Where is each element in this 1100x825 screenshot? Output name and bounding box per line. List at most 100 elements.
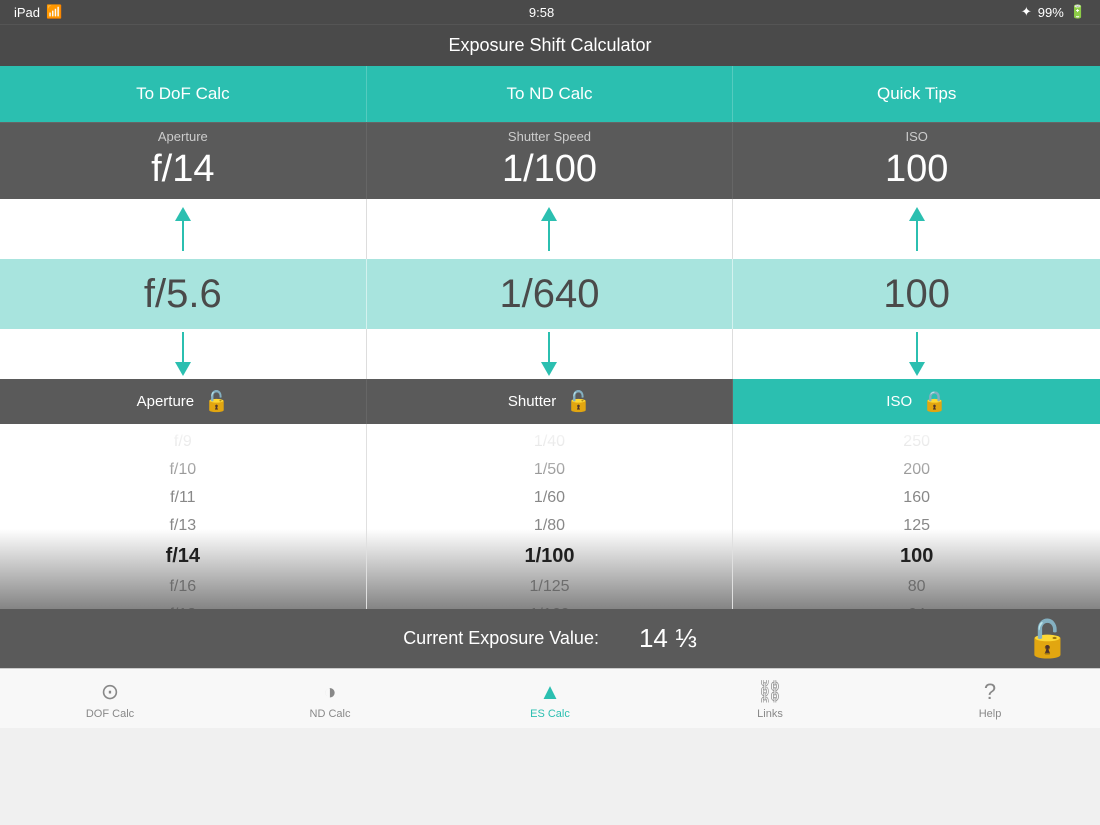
shutter-item-4[interactable]: 1/100 — [367, 540, 733, 573]
bluetooth-icon: ✦ — [1021, 4, 1032, 20]
current-aperture: f/5.6 — [0, 259, 367, 329]
iso-lock-icon[interactable]: 🔒 — [922, 389, 947, 414]
arrow-line-aperture — [182, 221, 184, 251]
title-bar: Exposure Shift Calculator — [0, 24, 1100, 66]
arrow-section-1 — [0, 199, 1100, 259]
iso-item-5[interactable]: 80 — [733, 573, 1100, 601]
tab-help[interactable]: ? Help — [950, 679, 1030, 720]
tab-bar: ⊙ DOF Calc ◑ ND Calc ▲ ES Calc ⛓ Links ?… — [0, 668, 1100, 728]
wifi-icon: 📶 — [46, 4, 62, 20]
tab-dof-calc[interactable]: ⊙ DOF Calc — [70, 679, 150, 720]
status-right: ✦ 99% 🔋 — [1021, 4, 1086, 20]
aperture-label: Aperture — [0, 129, 366, 144]
arrow-down-shutter — [541, 362, 557, 376]
app-title: Exposure Shift Calculator — [448, 35, 651, 55]
dof-calc-label: DOF Calc — [86, 708, 134, 720]
arrow2-shutter — [367, 329, 734, 379]
current-exposure-row: f/5.6 1/640 100 — [0, 259, 1100, 329]
aperture-scroll-col[interactable]: f/9 f/10 f/11 f/13 f/14 f/16 f/18 f/20 — [0, 424, 367, 609]
time-display: 9:58 — [529, 5, 554, 20]
nd-calc-icon: ◑ — [323, 679, 336, 705]
shutter-item-6[interactable]: 1/160 — [367, 601, 733, 609]
target-settings-row: Aperture f/14 Shutter Speed 1/100 ISO 10… — [0, 122, 1100, 199]
shutter-item-2[interactable]: 1/60 — [367, 484, 733, 512]
tab-nd-calc[interactable]: ◑ ND Calc — [290, 679, 370, 720]
arrow-up-aperture — [175, 207, 191, 221]
tab-links[interactable]: ⛓ Links — [730, 679, 810, 720]
target-iso-cell: ISO 100 — [733, 123, 1100, 199]
aperture-col-label: Aperture — [137, 393, 195, 410]
shutter-col-header[interactable]: Shutter 🔓 — [367, 379, 734, 424]
aperture-col-header[interactable]: Aperture 🔓 — [0, 379, 367, 424]
tab-es-calc[interactable]: ▲ ES Calc — [510, 679, 590, 720]
shutter-item-3[interactable]: 1/80 — [367, 512, 733, 540]
iso-col-header[interactable]: ISO 🔒 — [733, 379, 1100, 424]
arrow-down-iso — [909, 362, 925, 376]
help-label: Help — [979, 708, 1002, 720]
arrow-line-shutter — [548, 221, 550, 251]
current-shutter: 1/640 — [367, 259, 734, 329]
shutter-scroll-col[interactable]: 1/40 1/50 1/60 1/80 1/100 1/125 1/160 1/… — [367, 424, 734, 609]
status-bar: iPad 📶 9:58 ✦ 99% 🔋 — [0, 0, 1100, 24]
device-label: iPad — [14, 5, 40, 20]
target-aperture-cell: Aperture f/14 — [0, 123, 367, 199]
nd-calc-label: ND Calc — [310, 708, 351, 720]
iso-item-3[interactable]: 125 — [733, 512, 1100, 540]
arrow-line2-shutter — [548, 332, 550, 362]
status-left: iPad 📶 — [14, 4, 62, 20]
arrow-line2-iso — [916, 332, 918, 362]
aperture-item-4[interactable]: f/14 — [0, 540, 366, 573]
arrow-line-iso — [916, 221, 918, 251]
iso-item-1[interactable]: 200 — [733, 456, 1100, 484]
scroll-list-area: f/9 f/10 f/11 f/13 f/14 f/16 f/18 f/20 1… — [0, 424, 1100, 609]
shutter-item-5[interactable]: 1/125 — [367, 573, 733, 601]
shutter-item-1[interactable]: 1/50 — [367, 456, 733, 484]
top-nav: To DoF Calc To ND Calc Quick Tips — [0, 66, 1100, 122]
arrow-shutter — [367, 199, 734, 259]
target-shutter-cell: Shutter Speed 1/100 — [367, 123, 734, 199]
aperture-lock-icon[interactable]: 🔓 — [204, 389, 229, 414]
aperture-item-5[interactable]: f/16 — [0, 573, 366, 601]
nd-calc-button[interactable]: To ND Calc — [367, 66, 734, 122]
arrow-line2-aperture — [182, 332, 184, 362]
links-label: Links — [757, 708, 783, 720]
iso-scroll-col[interactable]: 250 200 160 125 100 80 64 50 — [733, 424, 1100, 609]
quick-tips-button[interactable]: Quick Tips — [733, 66, 1100, 122]
battery-percent: 99% — [1038, 5, 1064, 20]
iso-item-4[interactable]: 100 — [733, 540, 1100, 573]
arrow-up-iso — [909, 207, 925, 221]
shutter-lock-icon[interactable]: 🔓 — [566, 389, 591, 414]
iso-item-0[interactable]: 250 — [733, 428, 1100, 456]
shutter-value: 1/100 — [367, 148, 733, 191]
column-headers: Aperture 🔓 Shutter 🔓 ISO 🔒 — [0, 379, 1100, 424]
shutter-col-label: Shutter — [508, 393, 556, 410]
arrow2-iso — [733, 329, 1100, 379]
iso-value: 100 — [733, 148, 1100, 191]
current-iso: 100 — [733, 259, 1100, 329]
arrow-section-2 — [0, 329, 1100, 379]
es-calc-icon: ▲ — [539, 679, 561, 705]
shutter-label: Shutter Speed — [367, 129, 733, 144]
iso-item-2[interactable]: 160 — [733, 484, 1100, 512]
aperture-item-0[interactable]: f/9 — [0, 428, 366, 456]
help-icon: ? — [984, 679, 996, 705]
links-icon: ⛓ — [756, 679, 784, 705]
aperture-item-6[interactable]: f/18 — [0, 601, 366, 609]
iso-label: ISO — [733, 129, 1100, 144]
shutter-item-0[interactable]: 1/40 — [367, 428, 733, 456]
ev-label: Current Exposure Value: — [403, 628, 599, 649]
iso-col-label: ISO — [886, 393, 912, 410]
ev-value: 14 ⅓ — [639, 623, 697, 654]
arrow-aperture — [0, 199, 367, 259]
bottom-lock-icon[interactable]: 🔓 — [1025, 618, 1070, 660]
aperture-item-1[interactable]: f/10 — [0, 456, 366, 484]
arrow2-aperture — [0, 329, 367, 379]
arrow-iso — [733, 199, 1100, 259]
dof-calc-button[interactable]: To DoF Calc — [0, 66, 367, 122]
aperture-value: f/14 — [0, 148, 366, 191]
iso-item-6[interactable]: 64 — [733, 601, 1100, 609]
aperture-item-3[interactable]: f/13 — [0, 512, 366, 540]
battery-icon: 🔋 — [1070, 4, 1086, 20]
arrow-up-shutter — [541, 207, 557, 221]
aperture-item-2[interactable]: f/11 — [0, 484, 366, 512]
